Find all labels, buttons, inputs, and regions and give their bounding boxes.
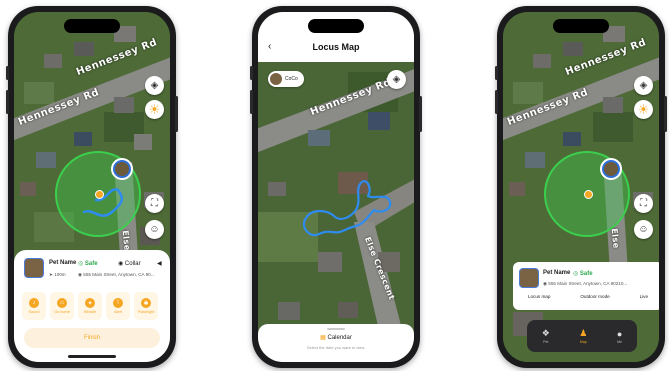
- tab-map[interactable]: ♟ Map: [579, 328, 587, 344]
- drag-handle[interactable]: [327, 328, 345, 330]
- action-alert[interactable]: ! Alert: [106, 292, 130, 320]
- phone-frame-2: Hennessey Rd Else Crescent CoCo ◈ ‹ Locu…: [250, 6, 422, 368]
- address-text: ◉ 555 Main Street, Anytown, CA 90...: [78, 272, 155, 277]
- address-text: ◉ 555 Main Street, Anytown, CA 90210...: [543, 281, 628, 286]
- profile-icon: ●: [616, 328, 623, 339]
- layers-icon[interactable]: ◈: [387, 70, 406, 89]
- whistle-icon: ✦: [85, 298, 95, 308]
- power-button: [664, 96, 667, 132]
- finish-button[interactable]: Finish: [24, 328, 160, 348]
- mode-switcher: Locus map Outdoor mode Live: [513, 294, 659, 299]
- pet-photo[interactable]: [24, 258, 44, 278]
- action-go-home[interactable]: ⌂ Go home: [50, 292, 74, 320]
- brightness-icon[interactable]: ☀: [634, 100, 653, 119]
- brightness-icon[interactable]: ☀: [145, 100, 164, 119]
- phone-frame-3: Hennessey Rd Hennessey Rd Else ◈ ☀ ⛶ ☺ P…: [495, 6, 667, 368]
- map-imagery: [258, 12, 414, 362]
- pet-location-avatar[interactable]: [600, 158, 622, 180]
- pet-location-avatar[interactable]: [111, 158, 133, 180]
- flashlight-icon: ✱: [141, 298, 151, 308]
- locus-map[interactable]: Hennessey Rd Else Crescent CoCo ◈: [258, 12, 414, 362]
- dynamic-island: [308, 19, 364, 33]
- paw-icon: ❖: [541, 328, 550, 338]
- volume-up-button: [495, 90, 498, 114]
- page-title: Locus Map: [312, 42, 360, 52]
- volume-up-button: [250, 90, 253, 114]
- phone-frame-1: Hennessey Rd Hennessey Rd Else ◈ ☀ ⛶ ☺ P…: [6, 6, 178, 368]
- fullscreen-icon[interactable]: ⛶: [145, 194, 164, 213]
- dynamic-island: [64, 19, 120, 33]
- distance-text: ➤ 100m: [49, 272, 66, 277]
- layers-icon[interactable]: ◈: [145, 76, 164, 95]
- mute-switch: [495, 66, 498, 80]
- screen-1: Hennessey Rd Hennessey Rd Else ◈ ☀ ⛶ ☺ P…: [14, 12, 170, 362]
- pet-info-card[interactable]: Pet Name ◎ Safe ◉ 555 Main Street, Anyto…: [513, 262, 659, 310]
- home-icon: ⌂: [57, 298, 67, 308]
- power-button: [419, 96, 422, 132]
- mode-outdoor[interactable]: Outdoor mode: [580, 294, 609, 299]
- layers-icon[interactable]: ◈: [634, 76, 653, 95]
- fullscreen-icon[interactable]: ⛶: [634, 194, 653, 213]
- dynamic-island: [553, 19, 609, 33]
- home-center-marker: [584, 190, 593, 199]
- mute-switch: [6, 66, 9, 80]
- nearby-person-icon[interactable]: ☺: [145, 220, 164, 239]
- safe-status: ◎ Safe: [78, 261, 98, 267]
- safe-status: ◎ Safe: [573, 271, 593, 277]
- tab-pet[interactable]: ❖ Pet: [542, 328, 550, 344]
- pet-name: Pet Name: [543, 270, 571, 276]
- pet-selector-chip[interactable]: CoCo: [268, 71, 304, 87]
- nearby-person-icon[interactable]: ☺: [634, 220, 653, 239]
- action-sound[interactable]: ♪ Sound: [22, 292, 46, 320]
- action-whistle[interactable]: ✦ Whistle: [78, 292, 102, 320]
- tab-bar: ❖ Pet ♟ Map ● Me: [527, 320, 637, 352]
- home-indicator: [68, 355, 116, 358]
- mode-live[interactable]: Live: [640, 294, 648, 299]
- calendar-title: ▦ Calendar: [320, 335, 352, 341]
- screen-2: Hennessey Rd Else Crescent CoCo ◈ ‹ Locu…: [258, 12, 414, 362]
- calendar-panel[interactable]: ▦ Calendar Select the date you want to v…: [258, 324, 414, 362]
- screen-3: Hennessey Rd Hennessey Rd Else ◈ ☀ ⛶ ☺ P…: [503, 12, 659, 362]
- mute-switch: [250, 66, 253, 80]
- collar-status[interactable]: ◉ Collar: [118, 260, 141, 267]
- pet-avatar: [270, 73, 282, 85]
- speaker-icon[interactable]: ◀: [157, 260, 162, 267]
- home-center-marker: [95, 190, 104, 199]
- volume-up-button: [6, 90, 9, 114]
- action-flashlight[interactable]: ✱ Flashlight: [134, 292, 158, 320]
- calendar-icon: ▦: [320, 335, 326, 341]
- pet-info-panel: Pet Name ◎ Safe ◉ Collar ◀ ➤ 100m ◉ 555 …: [14, 250, 170, 362]
- calendar-hint: Select the date you want to view.: [306, 345, 366, 350]
- tab-me[interactable]: ● Me: [617, 329, 622, 344]
- mode-locus-map[interactable]: Locus map: [528, 294, 550, 299]
- power-button: [175, 96, 178, 132]
- pet-name: Pet Name: [49, 260, 77, 266]
- alert-icon: !: [113, 298, 123, 308]
- bell-icon: ♪: [29, 298, 39, 308]
- person-icon: ♟: [579, 328, 588, 338]
- pet-photo[interactable]: [519, 268, 539, 288]
